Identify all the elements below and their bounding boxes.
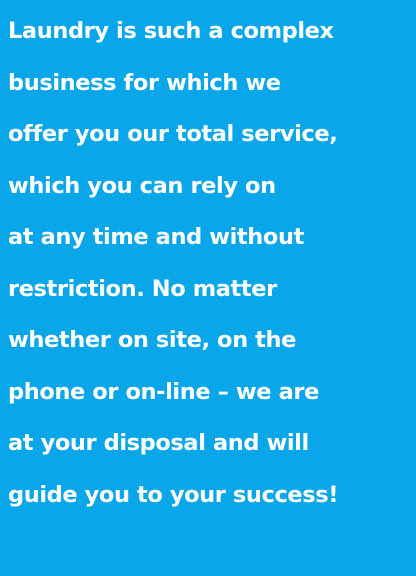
message-line: restriction. No matter (8, 275, 277, 302)
service-message-panel: Laundry is such a complex business for w… (0, 0, 416, 576)
message-line: at any time and without (8, 224, 304, 250)
message-line: offer you our total service, (8, 121, 338, 147)
message-line: whether on site, on the (8, 327, 296, 353)
message-line: which you can rely on (8, 172, 276, 199)
message-line: guide you to your success! (8, 481, 339, 508)
message-line: Laundry is such a complex (8, 18, 334, 44)
message-line: at your disposal and will (8, 430, 309, 456)
service-message-text: Laundry is such a complex business for w… (8, 6, 416, 521)
message-line: phone or on-line – we are (8, 378, 319, 405)
message-line: business for which we (8, 69, 281, 96)
